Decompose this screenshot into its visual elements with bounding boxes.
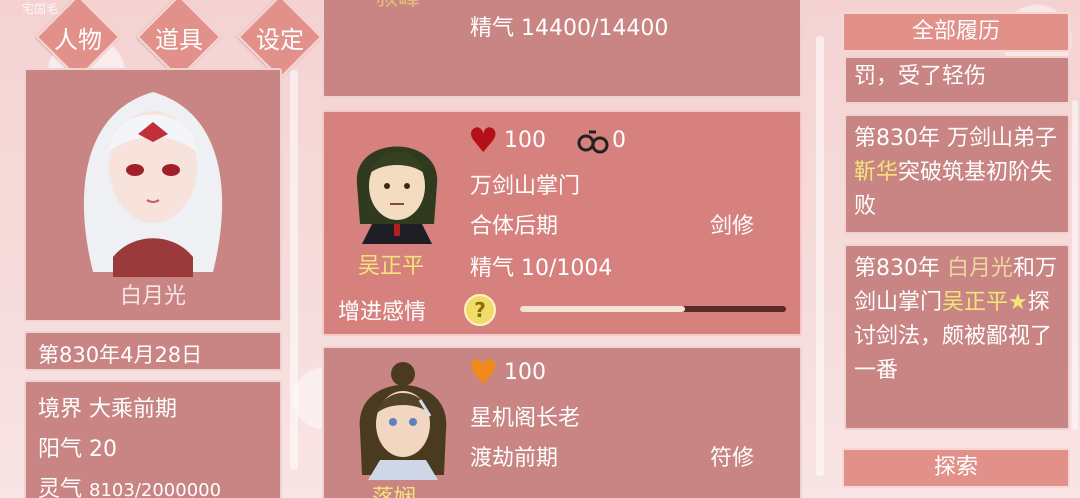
yang-value: 20 [89,437,118,462]
partial-name: 叔峰 [376,0,420,12]
character-realm: 渡劫前期 [470,446,559,471]
character-card-1[interactable]: 叔峰 精气 14400/14400 [322,0,802,98]
character-class: 符修 [710,446,755,471]
left-scrollbar[interactable] [290,70,298,470]
realm-value: 大乘前期 [89,397,178,422]
explore-button[interactable]: 探索 [842,448,1070,488]
jingqi-label: 精气 [470,256,515,281]
tab-items[interactable]: 道具 [136,0,222,80]
affection-value: 100 [504,128,546,153]
history-actor-highlight: 白月光 [947,256,1014,281]
character-title: 万剑山掌门 [470,174,581,199]
history-target-highlight: 吴正平★ [942,290,1028,315]
history-entry-3: 第830年 白月光和万剑山掌门吴正平★探讨剑法，颇被鄙视了一番 [844,244,1070,430]
realm-label: 境界 [38,397,83,422]
history-entry-2: 第830年 万剑山弟子靳华突破筑基初阶失败 [844,114,1070,234]
history-name-highlight: 靳华 [854,160,899,185]
yang-row: 阳气 20 [38,430,268,470]
player-portrait-card[interactable]: 白月光 [24,68,282,322]
character-name: 落娴 [372,480,416,498]
history-text-a: 第830年 万剑山弟子 [854,126,1057,151]
increase-affection-label: 增进感情 [338,300,427,325]
jingqi-value: 10/1004 [521,256,613,281]
history-entry-1: 罚，受了轻伤 [844,56,1070,104]
tab-settings[interactable]: 设定 [237,0,323,80]
all-history-button[interactable]: 全部履历 [842,12,1070,52]
affection-value: 100 [504,360,546,385]
history-text-a: 第830年 [854,256,940,281]
affection-progress-bar [520,306,786,312]
affection-progress-fill [520,306,685,312]
character-avatar [359,362,447,480]
history-text: 罚，受了轻伤 [854,64,987,89]
list-scrollbar[interactable] [816,36,824,476]
heart-icon: ♥ [468,353,499,393]
shackle-count: 0 [612,128,626,153]
jingqi-label: 精气 [470,16,515,41]
shackles-icon [577,130,609,154]
ling-row: 灵气 8103/2000000 [38,470,268,498]
realm-row: 境界 大乘前期 [38,390,268,430]
help-button[interactable]: ? [464,294,496,326]
jingqi-value: 14400/14400 [521,16,669,41]
character-title: 星机阁长老 [470,406,581,431]
question-icon: ? [474,298,486,322]
tab-characters[interactable]: 人物 [35,0,121,80]
character-avatar [356,146,438,244]
character-realm: 合体后期 [470,214,559,239]
jingqi-row: 精气 14400/14400 [470,10,668,42]
tab-label: 人物 [54,25,102,54]
player-stats: 境界 大乘前期 阳气 20 灵气 8103/2000000 [24,380,282,498]
ling-value: 8103/2000000 [89,480,222,498]
character-card-2[interactable]: 吴正平 ♥ 100 0 万剑山掌门 合体后期 剑修 精气 10/1004 增进感… [322,110,802,336]
jingqi-row: 精气 10/1004 [470,250,612,282]
character-name: 吴正平 [358,254,425,279]
character-card-3[interactable]: ♥ 100 星机阁长老 渡劫前期 符修 落娴 [322,346,802,498]
tab-label: 设定 [256,25,304,54]
tab-label: 道具 [155,25,203,54]
player-name: 白月光 [119,284,186,309]
player-portrait [83,92,223,277]
date-display: 第830年4月28日 [24,331,282,371]
yang-label: 阳气 [38,437,83,462]
history-scrollbar[interactable] [1072,100,1078,430]
heart-icon: ♥ [468,121,499,161]
ling-label: 灵气 [38,477,83,498]
character-class: 剑修 [710,214,755,239]
